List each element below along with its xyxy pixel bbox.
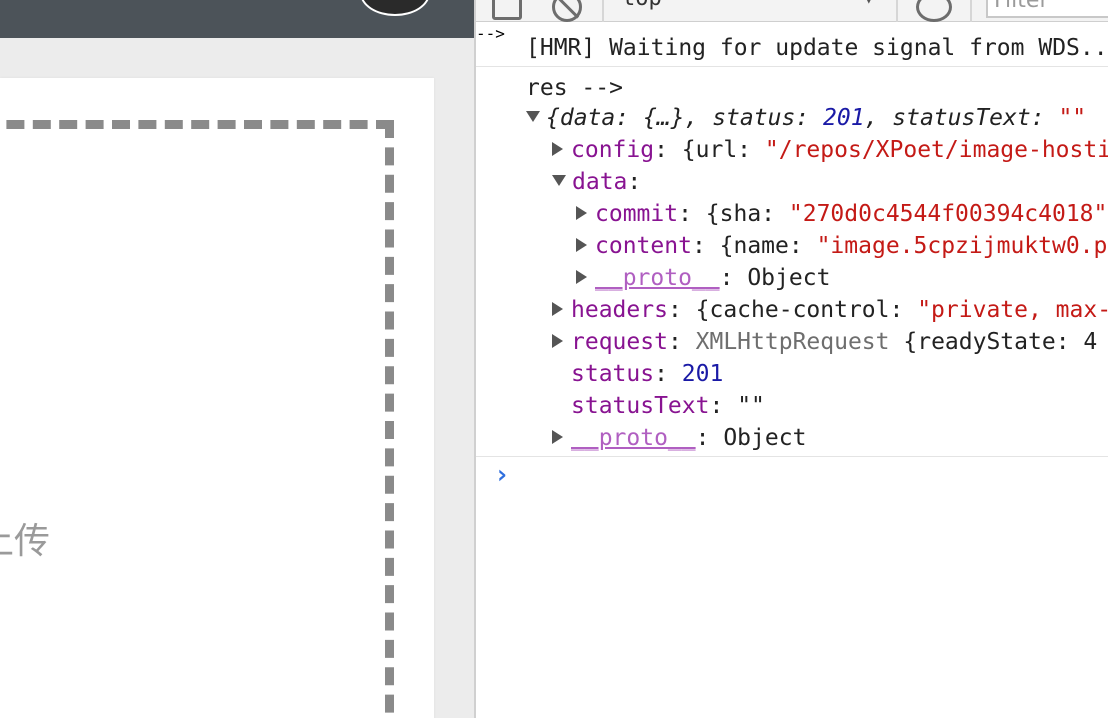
avatar[interactable]: [360, 0, 430, 16]
status-value: 201: [681, 361, 724, 387]
statustext-row: statusText: "": [571, 393, 765, 419]
request-key: request: [571, 329, 668, 355]
proto-value: Object: [723, 425, 807, 451]
upload-drop-zone[interactable]: [0, 120, 394, 718]
content-prefix: {name:: [719, 233, 817, 259]
summary-data-value: {…}: [642, 105, 685, 131]
expand-triangle-icon[interactable]: [552, 142, 563, 156]
expand-triangle-icon[interactable]: [526, 111, 540, 122]
console-output: [HMR] Waiting for update signal from WDS…: [476, 24, 1108, 457]
summary-open-brace: {: [546, 105, 560, 131]
hmr-log-message: [HMR] Waiting for update signal from WDS…: [526, 35, 1108, 61]
headers-key: headers: [571, 297, 668, 323]
expand-triangle-icon[interactable]: [576, 238, 587, 252]
summary-statustext-value: "": [1058, 105, 1087, 131]
statustext-key: statusText: [571, 393, 710, 419]
response-object-summary[interactable]: {data: {…}, status: 201, statusText: "": [526, 102, 1086, 134]
data-key: data: [572, 169, 628, 195]
data-row[interactable]: data:: [552, 166, 641, 198]
expand-triangle-icon[interactable]: [552, 430, 563, 444]
live-expression-eye-icon[interactable]: [916, 0, 952, 22]
message-divider: [476, 66, 1108, 67]
summary-status-key: status: [712, 105, 796, 131]
proto-key: __proto__: [571, 425, 696, 451]
expand-triangle-icon[interactable]: [576, 270, 587, 284]
context-select[interactable]: top: [622, 0, 662, 11]
config-row[interactable]: config: {url: "/repos/XPoet/image-hostin…: [552, 134, 1108, 166]
headers-row[interactable]: headers: {cache-control: "private, max-a…: [552, 294, 1108, 326]
commit-row[interactable]: commit: {sha: "270d0c4544f00394c4018": [576, 198, 1107, 230]
toolbar-divider: [602, 0, 604, 22]
status-key: status: [571, 361, 655, 387]
commit-key: commit: [595, 201, 679, 227]
expand-triangle-icon[interactable]: [552, 334, 563, 348]
request-type: XMLHttpRequest: [695, 329, 890, 355]
toolbar-divider: [970, 0, 972, 22]
expand-triangle-icon[interactable]: [552, 302, 563, 316]
data-proto-value: Object: [747, 265, 831, 291]
headers-prefix: {cache-control:: [695, 297, 918, 323]
data-proto-key: __proto__: [595, 265, 720, 291]
content-key: content: [595, 233, 692, 259]
clear-console-icon[interactable]: [552, 0, 582, 22]
app-header: [0, 0, 474, 38]
upload-card: 上传: [0, 78, 434, 718]
console-toolbar: top ▼ Filter: [476, 0, 1108, 22]
data-proto-row[interactable]: __proto__: Object: [576, 262, 830, 294]
config-prefix: {url:: [681, 137, 765, 163]
console-prompt-icon[interactable]: ›: [494, 460, 510, 490]
devtools-console-panel: top ▼ Filter [HMR] Waiting for update si…: [474, 0, 1108, 718]
filter-input[interactable]: Filter: [986, 0, 1108, 18]
content-row[interactable]: content: {name: "image.5cpzijmuktw0.png": [576, 230, 1108, 262]
log-label: res -->: [526, 75, 623, 101]
commit-prefix: {sha:: [705, 201, 789, 227]
message-divider: [476, 456, 1108, 457]
commit-sha: "270d0c4544f00394c4018": [788, 201, 1108, 227]
chevron-down-icon[interactable]: ▼: [864, 0, 874, 7]
sidebar-toggle-icon[interactable]: [492, 0, 522, 20]
app-pane: 上传: [0, 0, 474, 718]
content-name: "image.5cpzijmuktw0.png": [816, 233, 1108, 259]
expand-triangle-icon[interactable]: [576, 206, 587, 220]
status-row: status: 201: [571, 361, 724, 387]
summary-data-key: data: [559, 105, 616, 131]
upload-label: 上传: [0, 521, 51, 562]
headers-value: "private, max-age=60": [917, 297, 1108, 323]
request-rest: {readyState: 4: [903, 329, 1098, 355]
expand-triangle-icon[interactable]: [552, 175, 566, 186]
summary-statustext-key: statusText: [892, 105, 1031, 131]
proto-row[interactable]: __proto__: Object: [552, 422, 806, 454]
request-row[interactable]: request: XMLHttpRequest {readyState: 4: [552, 326, 1097, 358]
config-key: config: [571, 137, 655, 163]
config-url: "/repos/XPoet/image-hosting": [764, 137, 1108, 163]
summary-status-value: 201: [823, 105, 865, 131]
statustext-value: "": [737, 393, 765, 419]
toolbar-divider: [896, 0, 898, 22]
